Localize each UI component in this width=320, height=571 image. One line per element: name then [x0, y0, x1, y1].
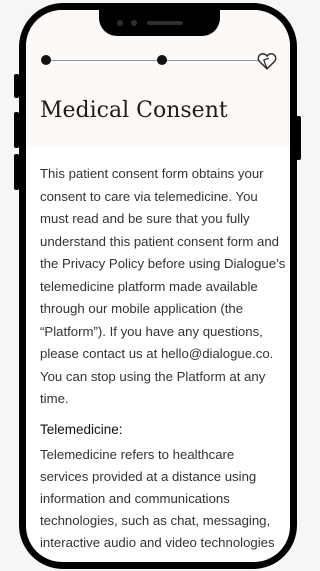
section-body-text: Telemedicine refers to healthcare servic…: [40, 447, 275, 550]
speaker-grille: [147, 21, 183, 25]
section-heading: Telemedicine:: [40, 422, 123, 437]
heart-outline-icon: [257, 53, 277, 70]
consent-intro-text: This patient consent form obtains your c…: [40, 166, 286, 406]
progress-step-1: [41, 55, 51, 65]
sensor-dot: [131, 20, 137, 26]
progress-step-2: [157, 55, 167, 65]
page-title: Medical Consent: [40, 98, 228, 123]
phone-notch: [99, 10, 220, 36]
camera-dot: [117, 20, 123, 26]
